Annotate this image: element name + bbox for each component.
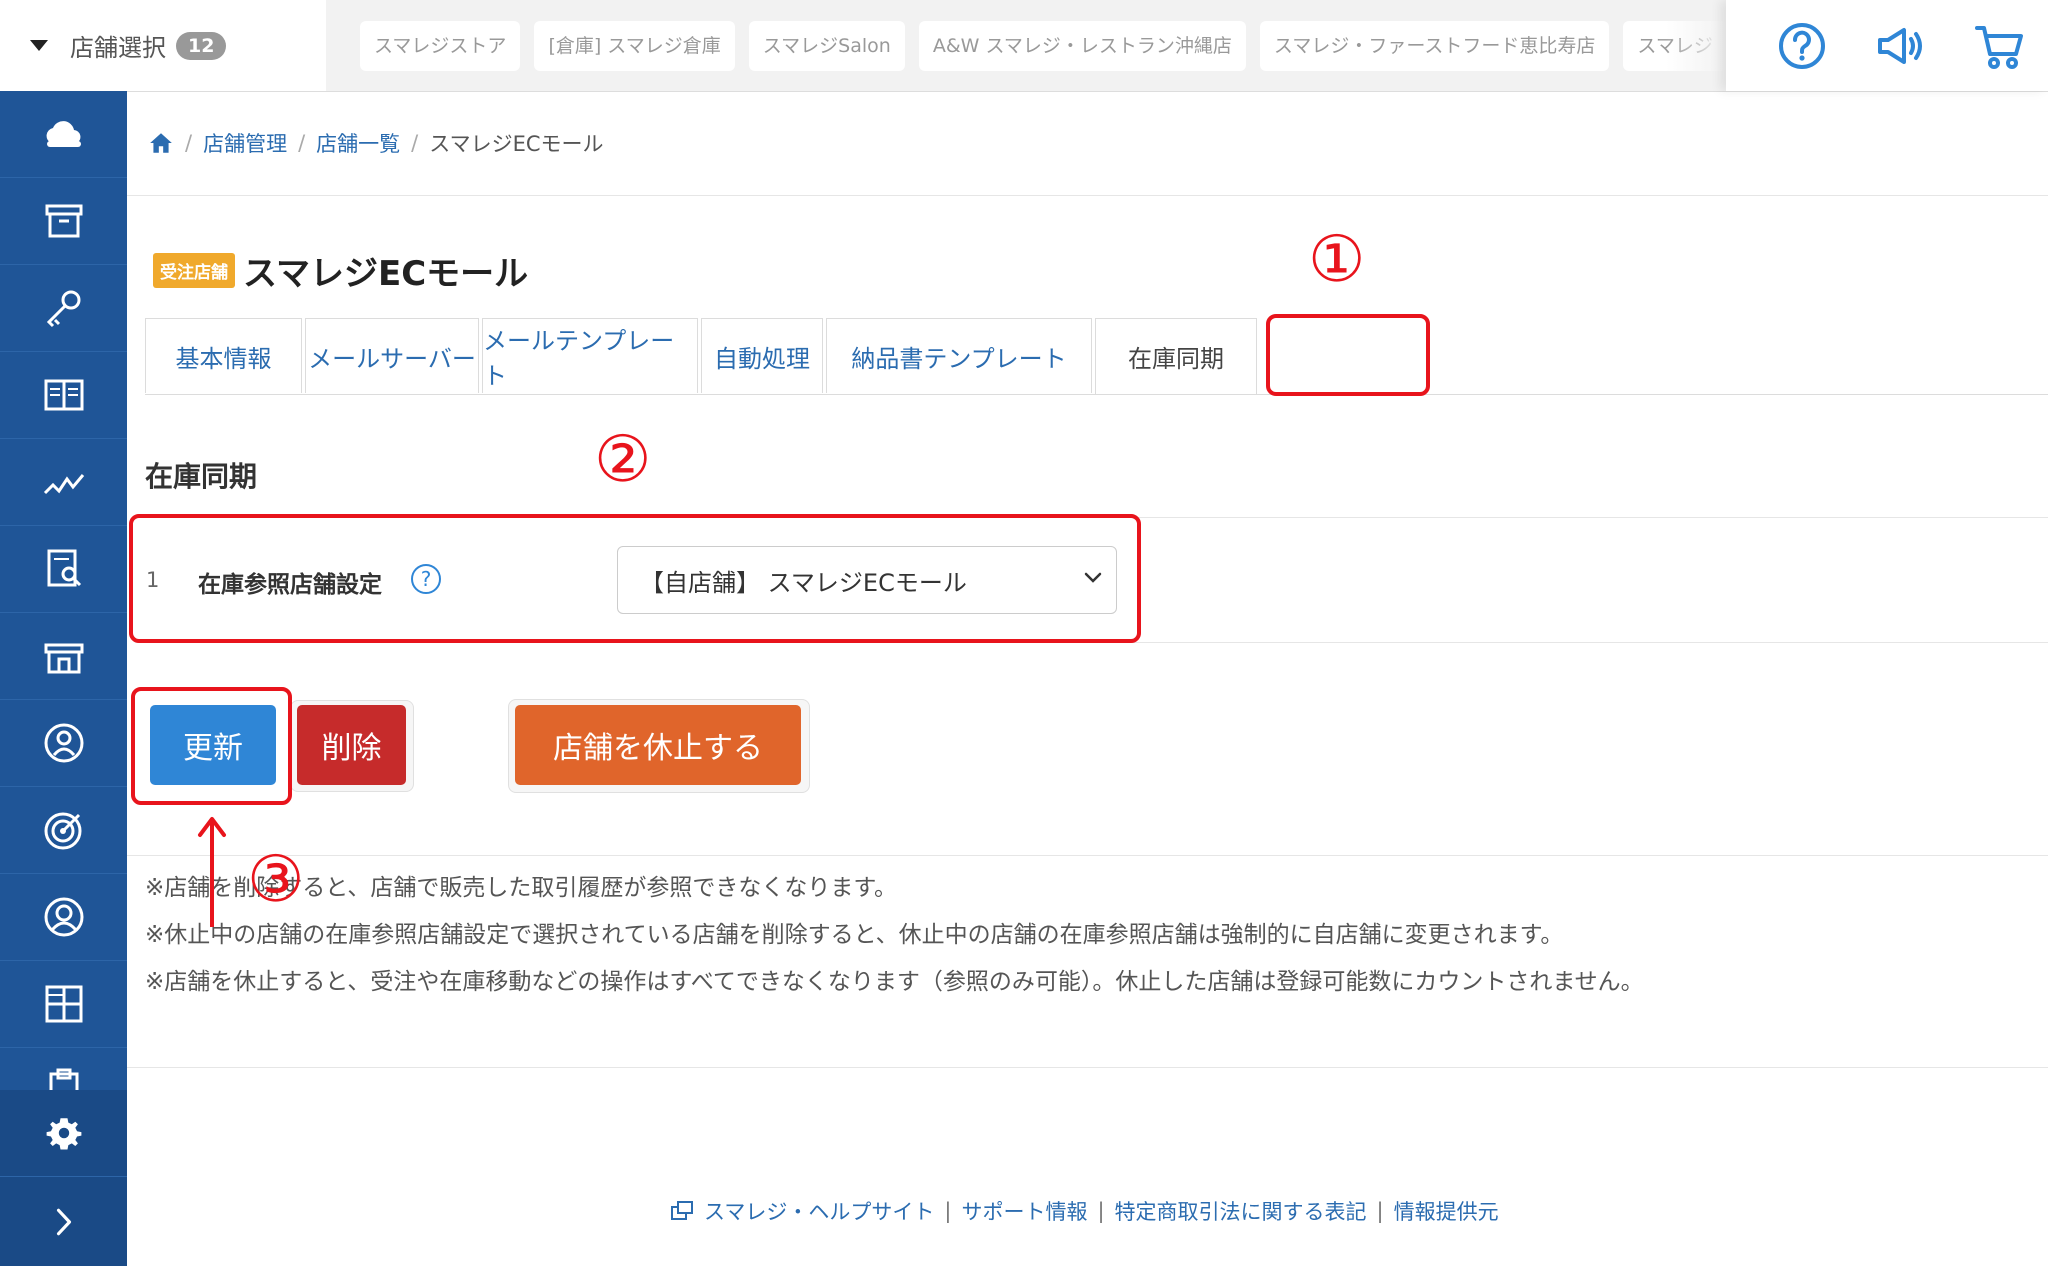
- storefront-icon: [44, 643, 83, 674]
- clipboard-icon: [49, 1068, 78, 1090]
- footer-help-site-link[interactable]: スマレジ・ヘルプサイト: [704, 1196, 934, 1226]
- store-select-dropdown[interactable]: 店舗選択 12: [0, 0, 326, 91]
- sidebar-item-customer[interactable]: [0, 874, 127, 961]
- gear-icon: [46, 1118, 81, 1150]
- store-tab[interactable]: A&W スマレジ・レストラン沖縄店: [918, 21, 1246, 71]
- annotation-box-select: [129, 514, 1141, 643]
- store-tab-list: スマレジストア [倉庫] スマレジ倉庫 スマレジSalon A&W スマレジ・レストラ…: [360, 21, 1726, 71]
- footer-support-link[interactable]: サポート情報: [961, 1196, 1087, 1226]
- top-bar: 店舗選択 12 スマレジストア [倉庫] スマレジ倉庫 スマレジSalon A&W ス…: [0, 0, 2048, 92]
- store-count-badge: 12: [176, 31, 227, 60]
- breadcrumb-separator: /: [298, 131, 306, 155]
- breadcrumb-separator: /: [185, 131, 193, 155]
- note-suspend-info: ※店舗を休止すると、受注や在庫移動などの操作はすべてできなくなります（参照のみ可…: [145, 969, 1644, 995]
- sidebar-expand-button[interactable]: [0, 1177, 127, 1266]
- sidebar-item-target[interactable]: [0, 787, 127, 874]
- caret-down-icon: [30, 40, 48, 51]
- sidebar-footer: [0, 1090, 127, 1266]
- store-tab[interactable]: スマレジSalon: [748, 21, 905, 71]
- user-badge-icon: [44, 723, 83, 763]
- footer-separator: |: [944, 1199, 952, 1223]
- section-title: 在庫同期: [145, 460, 258, 493]
- store-select-label: 店舗選択: [70, 34, 166, 62]
- target-icon: [44, 812, 81, 850]
- sidebar-item-store[interactable]: [0, 613, 127, 700]
- sidebar-item-settings[interactable]: [0, 1090, 127, 1177]
- breadcrumb: / 店舗管理 / 店舗一覧 / スマレジECモール: [148, 128, 604, 158]
- grid-icon: [45, 985, 82, 1023]
- page-title-text: スマレジECモール: [243, 254, 529, 294]
- divider: [127, 1067, 2048, 1068]
- suspend-store-button[interactable]: 店舗を休止する: [515, 705, 801, 785]
- footer-provider-link[interactable]: 情報提供元: [1394, 1196, 1499, 1226]
- note-suspended-reference: ※休止中の店舗の在庫参照店舗設定で選択されている店舗を削除すると、休止中の店舗の…: [145, 922, 1564, 948]
- order-store-badge: 受注店舗: [153, 253, 235, 288]
- book-icon: [44, 379, 83, 411]
- annotation-box-update: [131, 687, 292, 805]
- sidebar-item-key[interactable]: [0, 265, 127, 352]
- sidebar-item-apps[interactable]: [0, 961, 127, 1048]
- annotation-step-2: ②: [594, 423, 652, 497]
- sidebar-item-archive[interactable]: [0, 178, 127, 265]
- tab-mail-server[interactable]: メールサーバー: [305, 318, 479, 393]
- tab-auto-process[interactable]: 自動処理: [701, 318, 823, 393]
- chart-line-icon: [43, 474, 84, 495]
- footer-legal-link[interactable]: 特定商取引法に関する表記: [1115, 1196, 1367, 1226]
- archive-box-icon: [45, 204, 82, 238]
- tab-delivery-template[interactable]: 納品書テンプレート: [826, 318, 1092, 393]
- tab-bar: 基本情報 メールサーバー メールテンプレート 自動処理 納品書テンプレート 在庫…: [145, 318, 2048, 395]
- tab-stock-sync[interactable]: 在庫同期: [1095, 318, 1257, 394]
- delete-button[interactable]: 削除: [297, 705, 406, 785]
- key-icon: [46, 290, 80, 328]
- user-circle-icon: [44, 897, 83, 937]
- annotation-step-1: ①: [1308, 223, 1366, 297]
- breadcrumb-store-list[interactable]: 店舗一覧: [316, 128, 400, 158]
- footer-separator: |: [1097, 1199, 1105, 1223]
- breadcrumb-current: スマレジECモール: [429, 132, 604, 156]
- sidebar-item-book[interactable]: [0, 352, 127, 439]
- store-tab[interactable]: スマレジ・ファーストフード恵比寿店: [1259, 21, 1610, 71]
- sidebar-item-staff[interactable]: [0, 700, 127, 787]
- sidebar-item-clipboard[interactable]: [0, 1048, 127, 1090]
- top-icon-group: [1726, 0, 2048, 91]
- breadcrumb-separator: /: [411, 131, 419, 155]
- report-search-icon: [47, 549, 81, 587]
- store-tab[interactable]: スマレジ: [1623, 21, 1726, 71]
- store-tab[interactable]: [倉庫] スマレジ倉庫: [534, 21, 735, 71]
- chevron-right-icon: [56, 1208, 71, 1235]
- cloud-icon: [46, 121, 81, 147]
- tab-basic-info[interactable]: 基本情報: [145, 318, 302, 393]
- store-tab[interactable]: スマレジストア: [360, 21, 521, 71]
- home-icon[interactable]: [148, 130, 174, 156]
- help-circle-icon[interactable]: [1776, 20, 1828, 72]
- divider: [127, 195, 2048, 196]
- footer-links: スマレジ・ヘルプサイト | サポート情報 | 特定商取引法に関する表記 | 情報…: [668, 1196, 1499, 1226]
- external-window-icon: [671, 1201, 693, 1220]
- breadcrumb-store-management[interactable]: 店舗管理: [203, 128, 287, 158]
- sidebar-item-cloud[interactable]: [0, 91, 127, 178]
- tab-mail-template[interactable]: メールテンプレート: [482, 318, 698, 393]
- sidebar-item-report[interactable]: [0, 526, 127, 613]
- divider: [127, 855, 2048, 856]
- sidebar-item-analytics[interactable]: [0, 439, 127, 526]
- annotation-arrow-up-icon: [198, 817, 226, 927]
- annotation-box-tab: [1266, 314, 1430, 396]
- cart-icon[interactable]: [1974, 20, 2026, 72]
- sidebar: [0, 91, 127, 1266]
- megaphone-icon[interactable]: [1874, 20, 1926, 72]
- annotation-step-3: ③: [247, 843, 305, 917]
- page-title: 受注店舗 スマレジECモール: [153, 246, 528, 295]
- footer-separator: |: [1376, 1199, 1384, 1223]
